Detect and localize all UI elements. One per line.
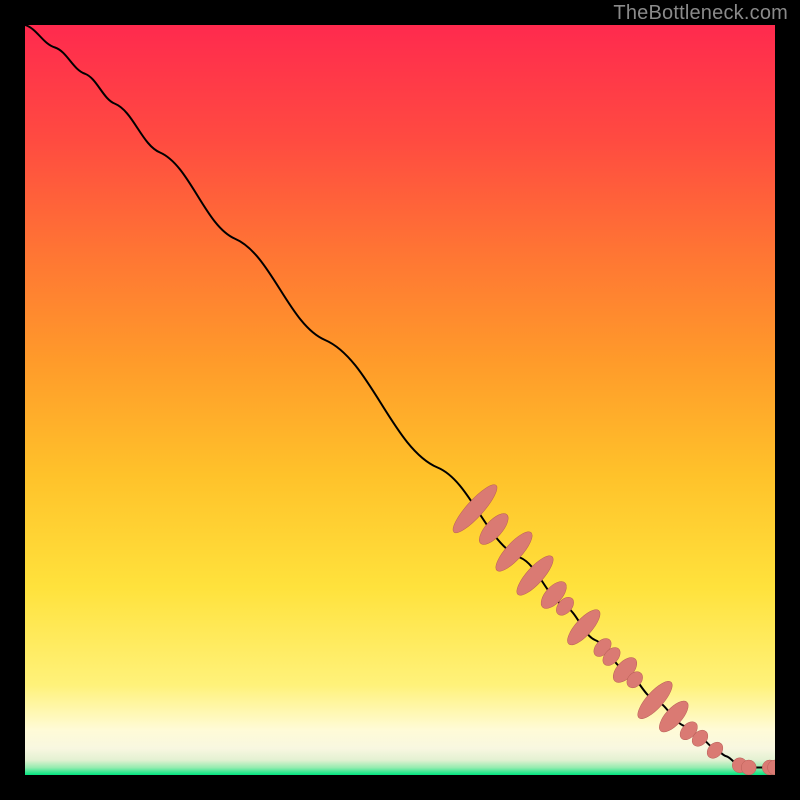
data-marker [741,760,756,775]
chart-svg [25,25,775,775]
attribution-text: TheBottleneck.com [613,2,788,25]
plot-area [25,25,775,775]
stage: TheBottleneck.com [0,0,800,800]
gradient-background [25,25,775,775]
